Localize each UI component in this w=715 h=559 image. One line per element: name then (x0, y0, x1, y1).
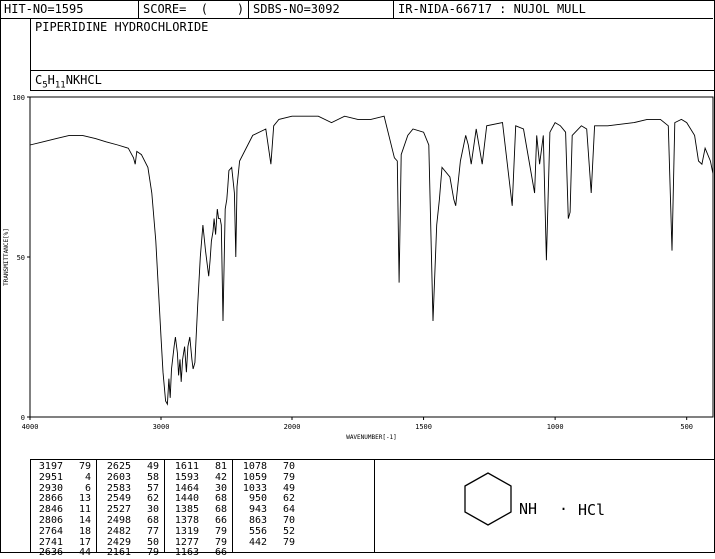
peak-wavenumber: 2636 (38, 547, 63, 559)
peak-wavenumber: 1593 (174, 471, 199, 483)
peak-wavenumber: 1319 (174, 525, 199, 537)
x-tick-label: 1500 (415, 423, 432, 431)
spectrum-series-line (29, 115, 714, 406)
x-tick-label: 1000 (547, 423, 564, 431)
column-divider (374, 460, 375, 552)
dot-separator: · (559, 500, 568, 518)
x-tick-label: 500 (680, 423, 693, 431)
peak-transmittance: 52 (282, 525, 295, 537)
structure-panel: NH · HCl (405, 460, 714, 552)
peak-row: 2636 44 (31, 548, 91, 559)
peak-wavenumber: 1163 (174, 547, 199, 559)
nh-label: NH (519, 500, 537, 518)
peak-transmittance: 58 (146, 471, 159, 483)
column-divider (164, 460, 165, 552)
peak-row: 2603 58 (99, 471, 159, 484)
peak-row: 2161 79 (99, 548, 159, 559)
hit-number: HIT-NO=1595 (4, 2, 84, 16)
ir-spectrum-chart: 0 50 100 4000 3000 2000 1500 1000 500 WAVENUMBER[… (3, 94, 714, 441)
peak-transmittance: 79 (146, 547, 159, 559)
peak-row: 2764 18 (31, 525, 91, 538)
peak-column: 3197 79 2951 4 2930 6 2866 13 2846 11 2806 14 2764 18… (31, 461, 91, 559)
peak-wavenumber: 1059 (242, 471, 267, 483)
compound-name: PIPERIDINE HYDROCHLORIDE (35, 20, 209, 34)
peak-transmittance: 42 (214, 471, 227, 483)
hcl-label: HCl (578, 501, 605, 519)
peak-wavenumber: 2603 (106, 471, 131, 483)
peak-wavenumber: 2764 (38, 525, 63, 537)
ir-identifier: IR-NIDA-66717 : NUJOL MULL (393, 0, 713, 18)
header-bar: HIT-NO=1595 SCORE= ( ) SDBS-NO=3092 IR-N… (0, 0, 713, 19)
peak-row: 1593 42 (167, 471, 227, 484)
peak-wavenumber: 2482 (106, 525, 131, 537)
y-tick-label: 50 (17, 254, 25, 262)
sdbs-number: SDBS-NO=3092 (248, 0, 393, 18)
molecular-formula: C5H11NKHCL (35, 73, 102, 91)
peak-row: 442 79 (235, 536, 295, 549)
score: SCORE= ( ) (138, 0, 248, 18)
piperidine-structure-icon: NH · HCl (464, 472, 605, 526)
peak-column: 1078 70 1059 79 1033 49 950 62 943 64 863 70 556 52 44… (235, 461, 295, 549)
peak-wavenumber: 442 (248, 536, 267, 548)
x-axis-label: WAVENUMBER[-1] (346, 434, 397, 441)
x-tick-label: 3000 (153, 423, 170, 431)
peak-row: 1163 66 (167, 548, 227, 559)
x-tick-label: 2000 (284, 423, 301, 431)
y-tick-label: 100 (12, 94, 25, 102)
peak-transmittance: 4 (84, 471, 91, 483)
peak-column: 1611 81 1593 42 1464 30 1440 68 1385 68 1378 66 1319… (167, 461, 227, 559)
plot-frame (29, 96, 714, 418)
peak-row: 1319 79 (167, 525, 227, 538)
y-axis-label: TRANSMITTANCE[%] (3, 228, 10, 286)
peak-transmittance: 79 (214, 525, 227, 537)
peak-transmittance: 79 (282, 471, 295, 483)
peak-transmittance: 77 (146, 525, 159, 537)
y-tick-label: 0 (21, 414, 25, 422)
column-divider (96, 460, 97, 552)
peak-column: 2625 49 2603 58 2583 57 2549 62 2527 30 2498 68 2482… (99, 461, 159, 559)
peak-wavenumber: 2161 (106, 547, 131, 559)
peak-transmittance: 66 (214, 547, 227, 559)
divider (31, 70, 714, 71)
column-divider (232, 460, 233, 552)
x-tick-label: 4000 (22, 423, 39, 431)
peak-row: 1059 79 (235, 471, 295, 484)
peak-row: 556 52 (235, 525, 295, 538)
peak-wavenumber: 2951 (38, 471, 63, 483)
peak-transmittance: 44 (78, 547, 91, 559)
peak-row: 2951 4 (31, 471, 91, 484)
peak-table-row: 3197 79 2951 4 2930 6 2866 13 2846 11 2806 14 2764 18… (30, 459, 714, 558)
peak-wavenumber: 556 (248, 525, 267, 537)
peak-transmittance: 79 (282, 536, 295, 548)
peak-row: 2482 77 (99, 525, 159, 538)
compound-info: PIPERIDINE HYDROCHLORIDE C5H11NKHCL (30, 18, 714, 91)
peak-transmittance: 18 (78, 525, 91, 537)
